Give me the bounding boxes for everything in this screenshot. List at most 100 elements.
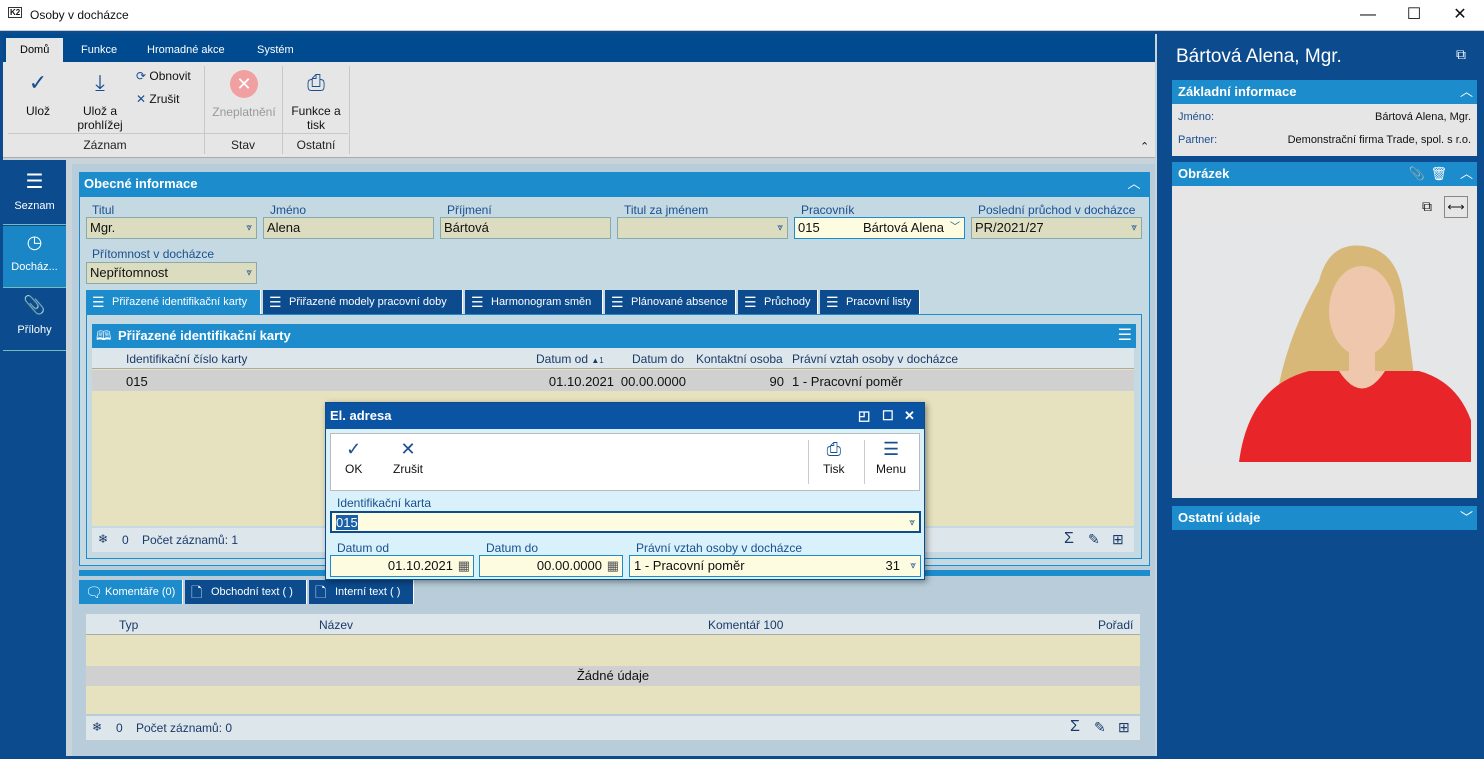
tab-interni-text[interactable]: 🗋 Interní text ( ) bbox=[309, 580, 414, 604]
titul-field[interactable]: Mgr. ⩔ bbox=[86, 217, 257, 239]
book-icon: 🕮 bbox=[96, 328, 112, 343]
dropdown-icon[interactable]: ⩔ bbox=[909, 513, 915, 533]
chevron-up-icon[interactable]: ︿ bbox=[1460, 162, 1473, 186]
table-row[interactable]: 015 01.10.2021 00.00.0000 90 1 - Pracovn… bbox=[92, 370, 1134, 391]
col-nazev[interactable]: Název bbox=[319, 618, 353, 632]
card-input[interactable]: 015 ⩔ bbox=[330, 511, 921, 533]
dropdown-icon[interactable]: ⩔ bbox=[246, 263, 252, 283]
add-record-icon[interactable]: ⊞ bbox=[1118, 719, 1130, 736]
dialog-title-bar: El. adresa ◰ ☐ ✕ bbox=[326, 403, 924, 429]
tab-harmonogram[interactable]: ☰ Harmonogram směn bbox=[465, 290, 603, 314]
prijmeni-field[interactable]: Bártová bbox=[440, 217, 611, 239]
tab-obchodni-text[interactable]: 🗋 Obchodní text ( ) bbox=[185, 580, 307, 604]
title-bar: K2 Osoby v docházce — ☐ ✕ bbox=[0, 0, 1484, 31]
tab-funkce[interactable]: Funkce bbox=[67, 38, 131, 62]
edit-icon[interactable]: ✎ bbox=[1094, 719, 1106, 736]
date-from-input[interactable]: 01.10.2021 ▦ bbox=[330, 555, 474, 577]
chevron-up-icon[interactable]: ︿ bbox=[1122, 172, 1146, 196]
maximize-icon[interactable]: ☐ bbox=[882, 403, 894, 429]
col-komentar[interactable]: Komentář 100 bbox=[708, 618, 783, 632]
tab-hromadne-akce[interactable]: Hromadné akce bbox=[133, 38, 239, 62]
col-kontaktni-osoba[interactable]: Kontaktní osoba bbox=[696, 352, 783, 366]
pritomnost-field[interactable]: Nepřítomnost ⩔ bbox=[86, 262, 257, 284]
tab-pruchody[interactable]: ☰ Průchody bbox=[738, 290, 818, 314]
tab-domu[interactable]: Domů bbox=[6, 38, 64, 62]
menu-button[interactable]: ☰ Menu bbox=[876, 440, 906, 476]
collapse-ribbon-icon[interactable]: ⌃ bbox=[1140, 140, 1149, 153]
dropdown-icon[interactable]: ⩔ bbox=[1131, 218, 1137, 238]
col-cislo-karty[interactable]: Identifikační číslo karty bbox=[126, 352, 247, 366]
ok-button[interactable]: ✓ OK bbox=[345, 440, 362, 476]
chevron-up-icon[interactable]: ︿ bbox=[1460, 80, 1473, 104]
tab-system[interactable]: Systém bbox=[243, 38, 308, 62]
trash-icon[interactable]: 🗑 bbox=[1430, 162, 1447, 186]
calendar-icon[interactable]: ▦ bbox=[607, 556, 619, 576]
open-external-icon[interactable]: ⧉ bbox=[1422, 198, 1432, 215]
sidebar-item-prilohy[interactable]: 📎 Přílohy bbox=[3, 289, 66, 351]
x-icon: ✕ bbox=[136, 92, 147, 106]
snowflake-icon[interactable]: ❄ bbox=[92, 720, 102, 734]
comment-icon: 🗨 bbox=[85, 584, 103, 600]
sum-icon[interactable]: Σ bbox=[1070, 718, 1080, 736]
add-record-icon[interactable]: ⊞ bbox=[1112, 531, 1124, 548]
save-browse-button[interactable]: ⤓ Ulož a prohlížej bbox=[72, 70, 128, 132]
x-icon: ✕ bbox=[400, 439, 416, 459]
printer-icon: ⎙ bbox=[826, 439, 841, 459]
functions-print-button[interactable]: ⎙ Funkce a tisk bbox=[288, 70, 344, 132]
refresh-button[interactable]: ⟳ Obnovit bbox=[136, 69, 191, 83]
basic-jmeno: Bártová Alena, Mgr. bbox=[1375, 111, 1471, 123]
calendar-icon[interactable]: ▦ bbox=[458, 556, 470, 576]
section-obrazek: Obrázek 📎 🗑 ︿ bbox=[1172, 162, 1477, 186]
fit-width-icon[interactable]: ⟷ bbox=[1444, 196, 1468, 218]
col-datum-do[interactable]: Datum do bbox=[632, 352, 684, 366]
posledni-pruchod-field[interactable]: PR/2021/27 ⩔ bbox=[971, 217, 1142, 239]
col-poradi[interactable]: Pořadí bbox=[1098, 618, 1133, 632]
sidebar-item-dochazka[interactable]: ◷ Docház... bbox=[3, 226, 66, 288]
label-titul-za: Titul za jménem bbox=[624, 203, 709, 217]
tab-planovane-absence[interactable]: ☰ Plánované absence bbox=[605, 290, 736, 314]
dropdown-icon[interactable]: ⩔ bbox=[777, 218, 783, 238]
invalidate-button[interactable]: ✕ Zneplatnění bbox=[208, 70, 280, 119]
sidebar-item-seznam[interactable]: ☰ Seznam bbox=[3, 163, 66, 225]
tab-modely-pracovni-doby[interactable]: ☰ Přiřazené modely pracovní doby bbox=[263, 290, 463, 314]
dropdown-icon[interactable]: ⩔ bbox=[246, 218, 252, 238]
menu-icon[interactable]: ☰ bbox=[1118, 324, 1132, 348]
tab-identifikacni-karty[interactable]: ☰ Přiřazené identifikační karty bbox=[86, 290, 261, 314]
snowflake-icon[interactable]: ❄ bbox=[98, 532, 108, 546]
tab-pracovni-listy[interactable]: ☰ Pracovní listy bbox=[820, 290, 920, 314]
label-prijmeni: Příjmení bbox=[447, 203, 492, 217]
window-title: Osoby v docházce bbox=[30, 8, 129, 22]
menu-icon: ☰ bbox=[471, 294, 484, 310]
titul-za-field[interactable]: ⩔ bbox=[617, 217, 788, 239]
menu-icon: ☰ bbox=[25, 171, 44, 193]
col-pravni-vztah[interactable]: Právní vztah osoby v docházce bbox=[792, 352, 958, 366]
basic-partner[interactable]: Demonstrační firma Trade, spol. s r.o. bbox=[1288, 134, 1471, 146]
popout-icon[interactable]: ⧉ bbox=[1456, 46, 1466, 63]
save-button[interactable]: ✓ Ulož bbox=[14, 70, 62, 118]
dialog-toolbar: ✓ OK ✕ Zrušit ⎙ Tisk ☰ Menu bbox=[330, 433, 920, 491]
col-datum-od[interactable]: Datum od ▲1 bbox=[536, 352, 604, 366]
person-photo bbox=[1179, 221, 1471, 462]
dialog-el-adresa: El. adresa ◰ ☐ ✕ ✓ OK ✕ Zrušit ⎙ Tisk ☰ Menu… bbox=[325, 402, 925, 580]
cancel-button[interactable]: ✕ Zrušit bbox=[136, 92, 179, 106]
jmeno-field[interactable]: Alena bbox=[263, 217, 434, 239]
date-to-input[interactable]: 00.00.0000 ▦ bbox=[479, 555, 623, 577]
print-button[interactable]: ⎙ Tisk bbox=[823, 439, 845, 476]
col-typ[interactable]: Typ bbox=[119, 618, 138, 632]
chevron-down-icon[interactable]: ﹀ bbox=[950, 218, 960, 238]
close-button[interactable]: ✕ bbox=[1438, 4, 1482, 26]
legal-relation-input[interactable]: 1 - Pracovní poměr 31 ⩔ bbox=[629, 555, 921, 577]
tab-komentare[interactable]: 🗨 Komentáře (0) bbox=[79, 580, 183, 604]
paperclip-icon[interactable]: 📎 bbox=[1409, 162, 1425, 186]
minimize-button[interactable]: — bbox=[1346, 4, 1390, 26]
label-datum-od: Datum od bbox=[337, 541, 390, 555]
maximize-button[interactable]: ☐ bbox=[1392, 4, 1436, 26]
sum-icon[interactable]: Σ bbox=[1064, 530, 1074, 548]
chevron-down-icon[interactable]: ﹀ bbox=[1460, 506, 1473, 530]
edit-icon[interactable]: ✎ bbox=[1088, 531, 1100, 548]
close-icon[interactable]: ✕ bbox=[904, 403, 915, 429]
dropdown-icon[interactable]: ⩔ bbox=[910, 556, 916, 576]
restore-icon[interactable]: ◰ bbox=[858, 403, 870, 429]
pracovnik-field[interactable]: 015 Bártová Alena ﹀ bbox=[794, 217, 965, 239]
cancel-button[interactable]: ✕ Zrušit bbox=[393, 439, 423, 476]
